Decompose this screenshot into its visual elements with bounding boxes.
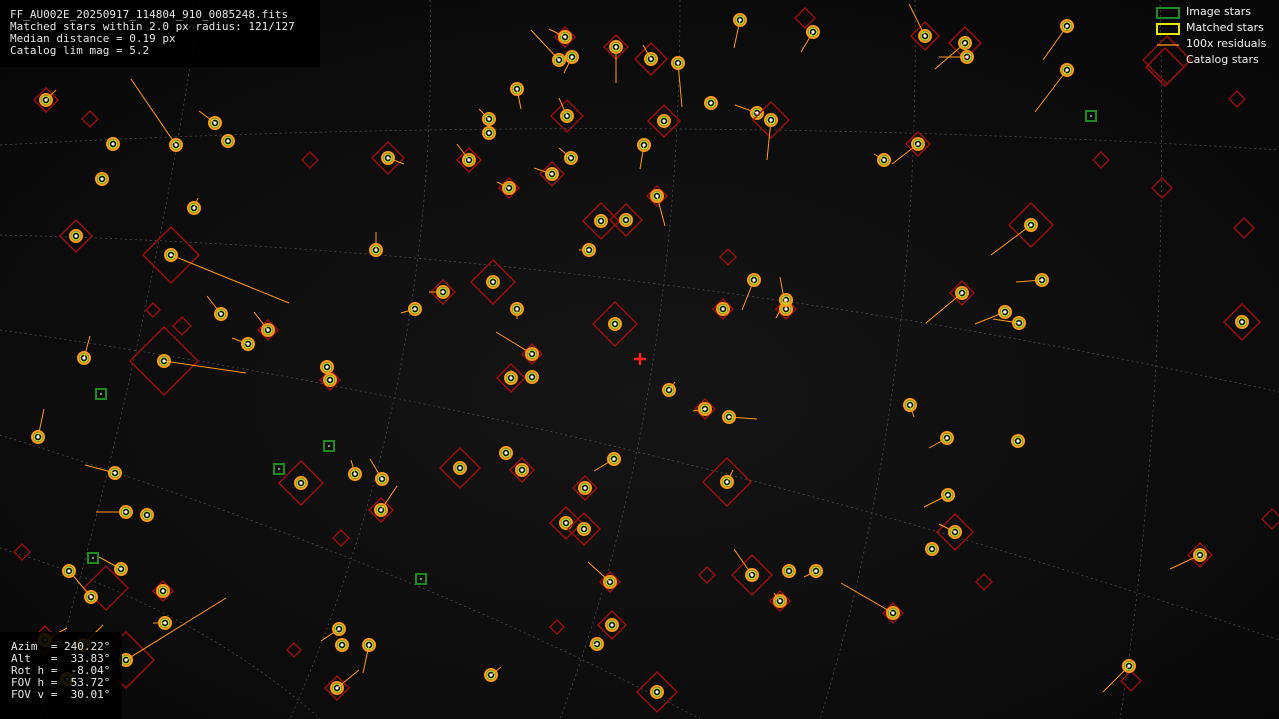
sky-plot xyxy=(0,0,1279,719)
matched-star xyxy=(95,172,109,186)
legend-matched-stars: Matched stars xyxy=(1153,20,1279,36)
matched-star xyxy=(221,134,235,148)
legend-image-stars: Image stars xyxy=(1153,4,1279,20)
matched-star xyxy=(482,126,496,140)
matched-star xyxy=(140,508,154,522)
matched-star xyxy=(499,446,513,460)
fit-info-panel: FF_AU002E_20250917_114804_910_0085248.fi… xyxy=(0,0,320,67)
catalog-star-legend-icon xyxy=(1145,47,1185,87)
matched-star-legend-icon xyxy=(1156,23,1180,35)
legend-catalog-stars: Catalog stars xyxy=(1145,47,1279,87)
fov-v-text: FOV v = 30.01° xyxy=(11,688,111,701)
matched-star xyxy=(525,370,539,384)
matched-star xyxy=(335,638,349,652)
legend: Image stars Matched stars 100x residuals… xyxy=(1145,4,1279,87)
pointing-info-panel: Azim = 240.22° Alt = 33.83° Rot h = -8.04°… xyxy=(0,632,122,719)
matched-star xyxy=(106,137,120,151)
matched-star xyxy=(1011,434,1025,448)
matched-star xyxy=(925,542,939,556)
image-star-legend-icon xyxy=(1156,7,1180,19)
matched-star xyxy=(320,360,334,374)
matched-star xyxy=(704,96,718,110)
catalog-limmag-text: Catalog lim mag = 5.2 xyxy=(10,44,150,57)
matched-star xyxy=(782,564,796,578)
